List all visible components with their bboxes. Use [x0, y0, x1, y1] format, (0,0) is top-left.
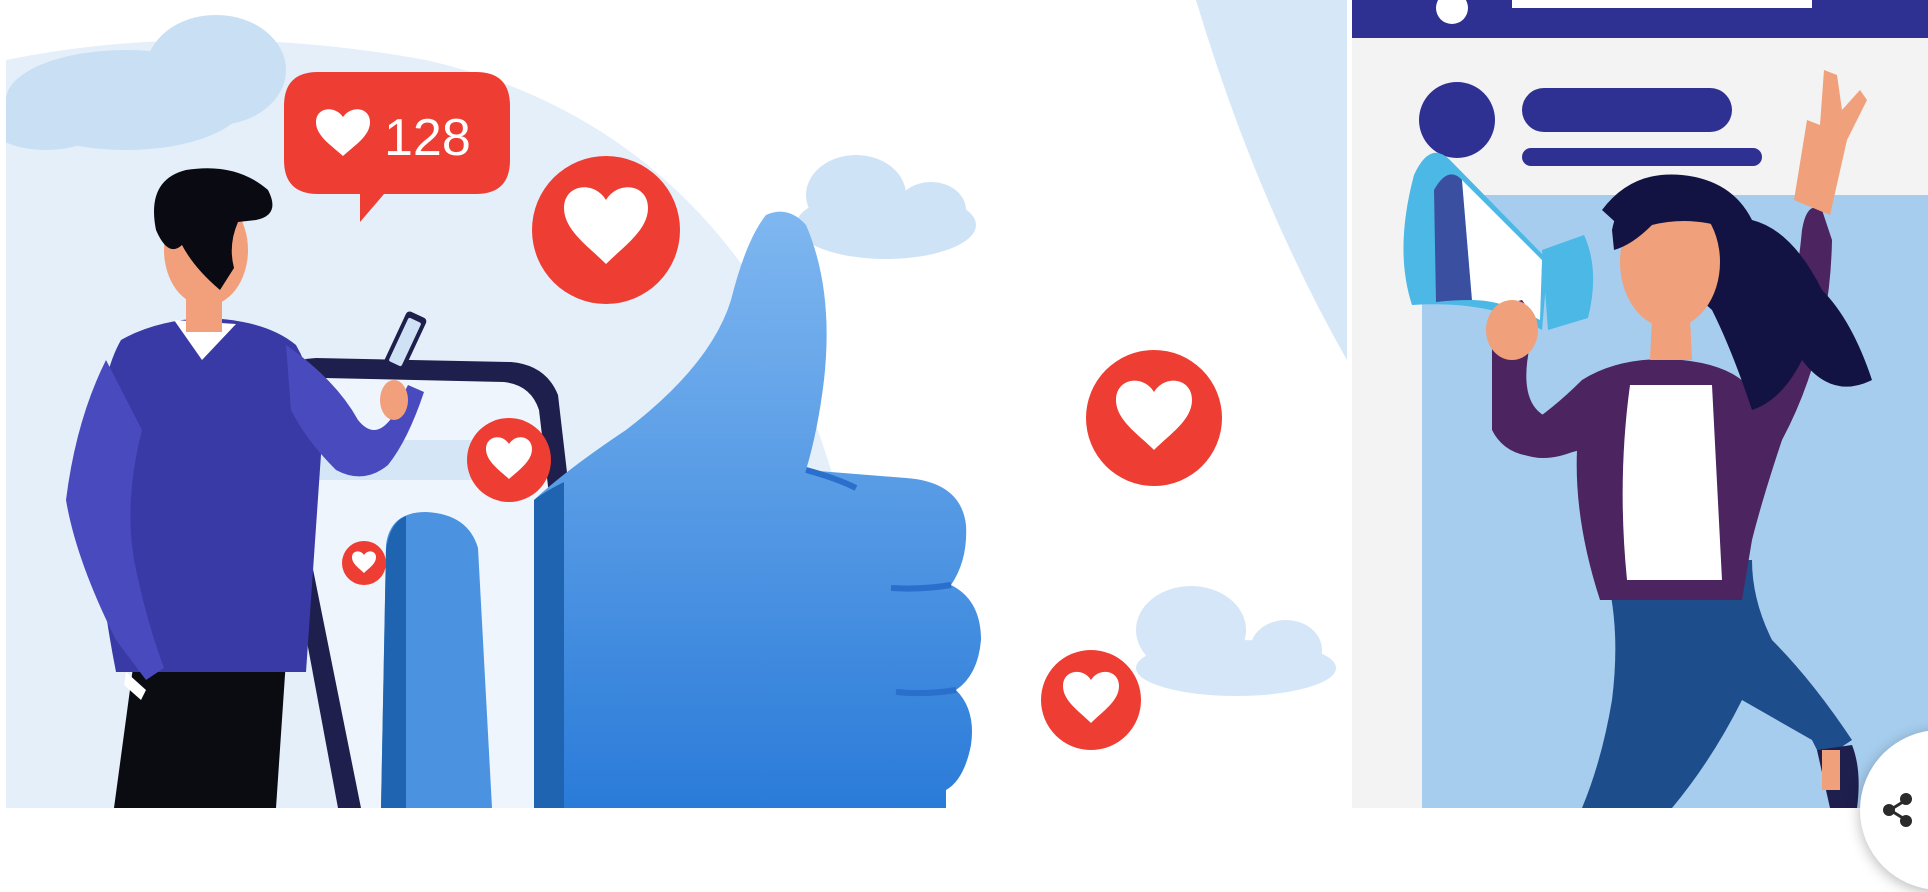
illustration-card-social-likes[interactable]: 128	[6, 0, 1347, 808]
cloud-icon	[796, 155, 976, 259]
heart-icon	[1086, 350, 1222, 486]
heart-icon	[1041, 650, 1141, 750]
heart-icon	[532, 156, 680, 304]
heart-icon	[342, 541, 386, 585]
megaphone-illustration	[1352, 0, 1928, 808]
illustration-card-megaphone[interactable]	[1352, 0, 1928, 808]
like-count: 128	[384, 109, 471, 167]
share-icon	[1883, 793, 1912, 827]
heart-icon	[467, 418, 551, 502]
social-likes-illustration: 128	[6, 0, 1347, 808]
cloud-icon	[1136, 586, 1336, 696]
